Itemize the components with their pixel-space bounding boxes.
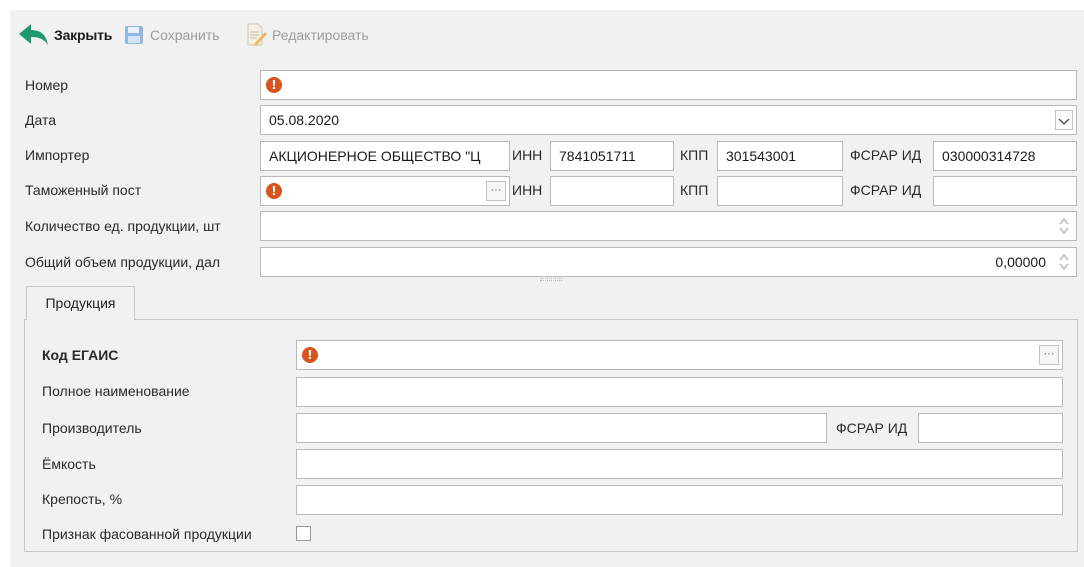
capacity-label: Ёмкость <box>42 456 96 472</box>
volume-field[interactable]: 0,00000 <box>260 247 1077 277</box>
customs-fsrar-label: ФСРАР ИД <box>850 182 922 198</box>
full-name-label: Полное наименование <box>42 383 190 399</box>
error-icon: ! <box>266 77 282 93</box>
save-button[interactable]: Сохранить <box>124 22 220 48</box>
ellipsis-icon[interactable]: ··· <box>1039 345 1059 365</box>
importer-inn-label: ИНН <box>512 147 543 163</box>
quantity-label: Количество ед. продукции, шт <box>25 218 221 234</box>
quantity-field[interactable] <box>260 211 1077 241</box>
packaged-label: Признак фасованной продукции <box>42 526 252 542</box>
document-panel: Закрыть Сохранить Редактировать Номер ! <box>10 10 1084 567</box>
toolbar: Закрыть Сохранить Редактировать <box>10 10 1084 56</box>
importer-fsrar-field[interactable]: 030000314728 <box>933 141 1077 171</box>
importer-name-field[interactable]: АКЦИОНЕРНОЕ ОБЩЕСТВО "Ц <box>260 141 510 171</box>
customs-label: Таможенный пост <box>25 182 142 198</box>
tab-products[interactable]: Продукция <box>26 286 135 320</box>
producer-fsrar-field[interactable] <box>918 413 1063 443</box>
edit-button-label: Редактировать <box>272 27 369 43</box>
number-field[interactable]: ! <box>260 70 1077 100</box>
products-tab-panel: Код ЕГАИС ! ··· Полное наименование Прои… <box>24 319 1078 552</box>
capacity-field[interactable] <box>296 449 1063 479</box>
egais-code-field[interactable]: ! ··· <box>296 340 1063 370</box>
edit-button[interactable]: Редактировать <box>246 22 369 48</box>
number-label: Номер <box>25 77 69 93</box>
strength-label: Крепость, % <box>42 491 123 507</box>
customs-name-field[interactable]: ! ··· <box>260 176 510 206</box>
floppy-disk-icon <box>125 26 143 44</box>
volume-label: Общий объем продукции, дал <box>25 254 221 270</box>
splitter-handle[interactable] <box>540 278 562 281</box>
customs-kpp-field[interactable] <box>717 176 843 206</box>
importer-kpp-label: КПП <box>680 147 709 163</box>
full-name-field[interactable] <box>296 377 1063 407</box>
edit-document-icon <box>247 23 267 46</box>
customs-fsrar-field[interactable] <box>933 176 1077 206</box>
importer-fsrar-label: ФСРАР ИД <box>850 147 922 163</box>
importer-label: Импортер <box>25 147 90 163</box>
spinner-arrows-icon[interactable] <box>1058 215 1070 237</box>
producer-fsrar-label: ФСРАР ИД <box>836 420 908 436</box>
customs-inn-label: ИНН <box>512 182 543 198</box>
close-button[interactable]: Закрыть <box>18 22 112 48</box>
egais-code-label: Код ЕГАИС <box>42 347 119 363</box>
back-arrow-icon <box>19 24 48 45</box>
importer-inn-field[interactable]: 7841051711 <box>550 141 674 171</box>
date-label: Дата <box>25 112 57 128</box>
spinner-arrows-icon[interactable] <box>1058 251 1070 273</box>
customs-kpp-label: КПП <box>680 182 709 198</box>
customs-inn-field[interactable] <box>550 176 674 206</box>
chevron-down-icon[interactable] <box>1055 110 1073 130</box>
close-button-label: Закрыть <box>54 27 113 43</box>
strength-field[interactable] <box>296 485 1063 515</box>
importer-kpp-field[interactable]: 301543001 <box>717 141 843 171</box>
packaged-checkbox[interactable] <box>296 526 311 541</box>
error-icon: ! <box>266 183 282 199</box>
producer-label: Производитель <box>42 420 142 436</box>
save-button-label: Сохранить <box>150 27 220 43</box>
producer-field[interactable] <box>296 413 827 443</box>
error-icon: ! <box>302 347 318 363</box>
ellipsis-icon[interactable]: ··· <box>486 181 506 201</box>
date-field[interactable]: 05.08.2020 <box>260 105 1077 135</box>
